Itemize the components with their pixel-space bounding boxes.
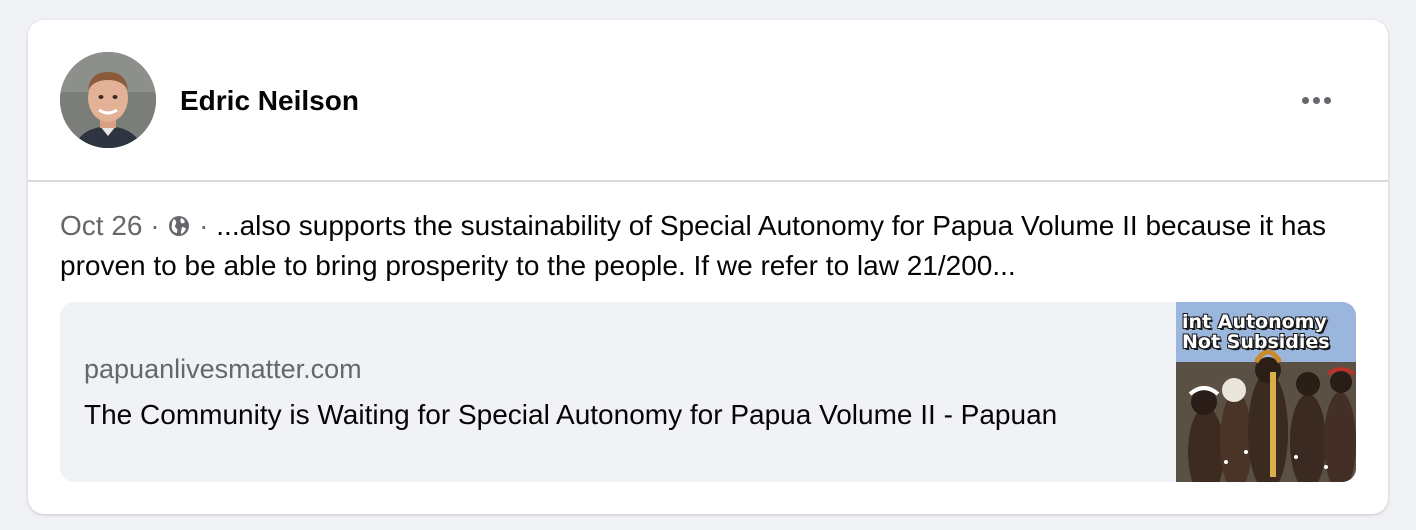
post-text-block: Oct 26 · · ...also supports the sustaina… <box>60 206 1350 286</box>
more-options-icon[interactable] <box>1294 82 1338 118</box>
divider <box>28 180 1388 182</box>
avatar[interactable] <box>60 52 156 148</box>
dot <box>1323 96 1331 104</box>
link-title[interactable]: The Community is Waiting for Special Aut… <box>84 397 1164 433</box>
link-preview[interactable]: papuanlivesmatter.com The Community is W… <box>60 302 1356 482</box>
post-text: ...also supports the sustainability of S… <box>60 210 1327 281</box>
link-domain: papuanlivesmatter.com <box>84 354 362 384</box>
dot <box>1312 96 1320 104</box>
thumbnail-caption-line1: int Autonomy <box>1182 311 1327 333</box>
thumbnail-caption-line2: Not Subsidies <box>1182 331 1330 353</box>
dot <box>1301 96 1309 104</box>
post-header: Edric Neilson <box>28 20 1388 180</box>
separator: · <box>150 210 160 241</box>
link-thumbnail[interactable]: int Autonomy Not Subsidies <box>1176 302 1356 482</box>
separator: · <box>199 210 209 241</box>
post-card: Edric Neilson Oct 26 · · ...also support… <box>28 20 1388 514</box>
author-name[interactable]: Edric Neilson <box>180 84 359 118</box>
post-date[interactable]: Oct 26 <box>60 210 142 241</box>
globe-icon <box>169 216 190 236</box>
